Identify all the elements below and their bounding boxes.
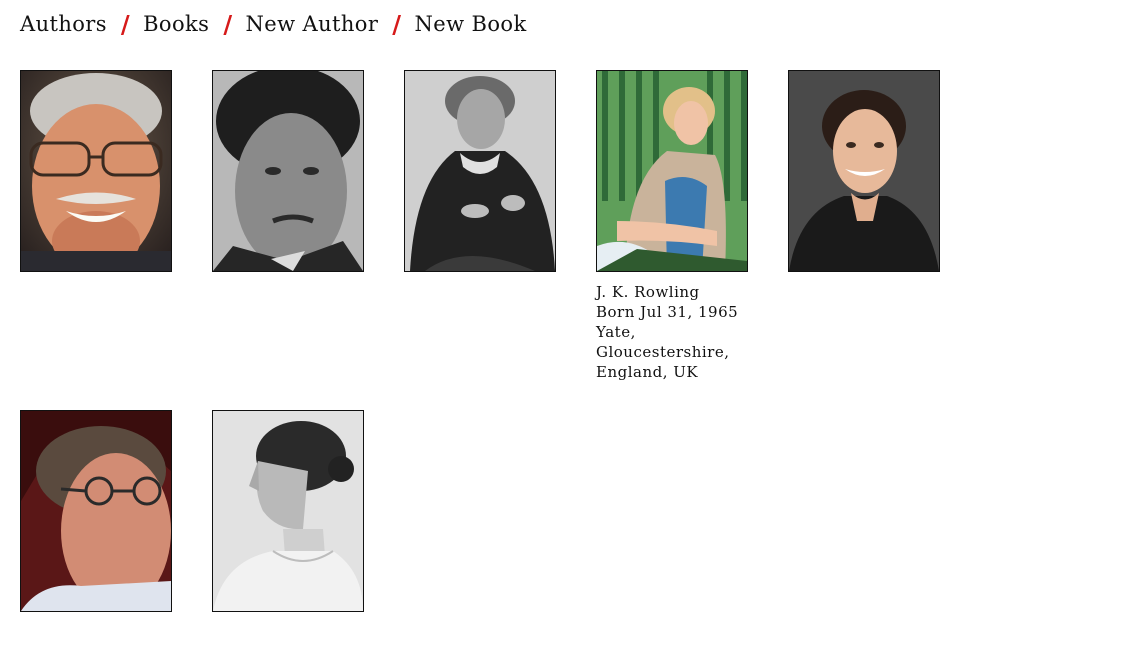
author-photo-link[interactable]	[212, 410, 364, 612]
author-photo-link[interactable]	[20, 410, 172, 612]
author-photo-link[interactable]	[596, 70, 748, 272]
author-details: J. K. Rowling Born Jul 31, 1965 Yate, Gl…	[596, 282, 748, 382]
top-navigation: Authors / Books / New Author / New Book	[20, 9, 527, 39]
author-photo-link[interactable]	[20, 70, 172, 272]
author-card[interactable]: J. K. Rowling Born Jul 31, 1965 Yate, Gl…	[596, 70, 748, 382]
nav-link-new-author[interactable]: New Author	[246, 12, 379, 36]
nav-separator: /	[223, 9, 233, 39]
author-portrait-icon	[597, 71, 747, 271]
author-card[interactable]	[404, 70, 556, 272]
author-birth-date: Born Jul 31, 1965	[596, 303, 739, 321]
author-card[interactable]	[212, 410, 364, 612]
author-name: J. K. Rowling	[596, 283, 700, 301]
author-card[interactable]	[788, 70, 940, 272]
author-photo-link[interactable]	[788, 70, 940, 272]
author-card[interactable]	[20, 70, 172, 272]
nav-link-books[interactable]: Books	[143, 12, 209, 36]
nav-separator: /	[120, 9, 131, 39]
author-photo-link[interactable]	[404, 70, 556, 272]
author-portrait-icon	[21, 71, 171, 271]
author-portrait-icon	[21, 411, 171, 611]
author-card[interactable]	[212, 70, 364, 272]
nav-link-new-book[interactable]: New Book	[414, 12, 526, 36]
author-portrait-icon	[213, 71, 363, 271]
author-portrait-icon	[405, 71, 555, 271]
author-portrait-icon	[213, 411, 363, 611]
author-portrait-icon	[789, 71, 939, 271]
author-birthplace: Yate, Gloucestershire, England, UK	[596, 323, 730, 381]
author-photo-link[interactable]	[212, 70, 364, 272]
nav-link-authors[interactable]: Authors	[20, 12, 107, 36]
author-card[interactable]	[20, 410, 172, 612]
nav-separator: /	[392, 9, 402, 39]
